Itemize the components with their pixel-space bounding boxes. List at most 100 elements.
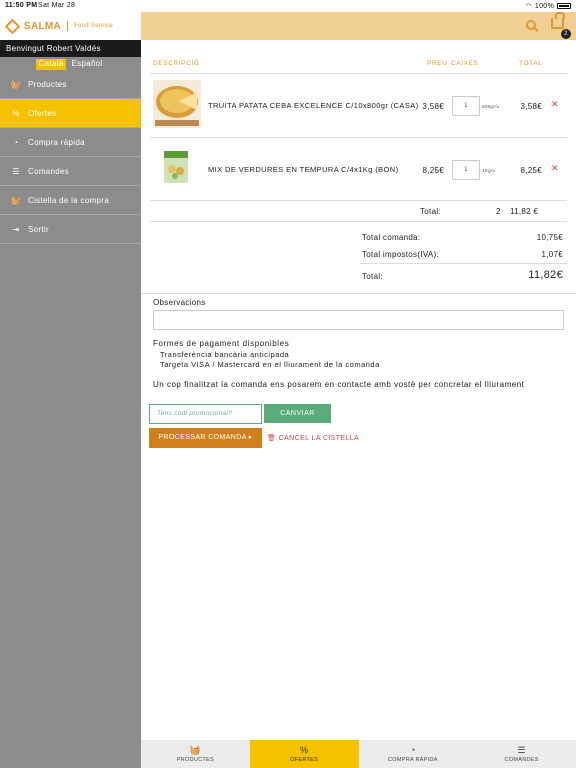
- status-bar: 11:50 PM Sat Mar 28 ◠ 100%: [0, 0, 576, 12]
- logo-separator: [67, 21, 69, 31]
- list-icon: ☰: [517, 744, 526, 755]
- table-total-label: Total:: [420, 207, 441, 216]
- payment-method: Targeta VISA / Mastercard en el lliurame…: [160, 360, 380, 369]
- product-image-vegetables: [160, 149, 192, 185]
- row-total: 8,25€: [520, 166, 542, 175]
- wifi-icon: ◠: [525, 3, 532, 10]
- status-right: ◠ 100%: [525, 2, 571, 10]
- lang-spanish[interactable]: Español: [68, 59, 105, 70]
- status-time: 11:50 PM: [5, 2, 38, 9]
- cancel-cart-label: CANCEL LA CISTELLA: [278, 435, 360, 442]
- payment-method: Transferència bancària anticipada: [160, 350, 290, 359]
- product-unit: 800gr/u: [482, 104, 500, 109]
- status-date: Sat Mar 28: [38, 2, 76, 9]
- welcome-text: Benvingut Robert Valdés: [0, 40, 141, 57]
- product-image-tortilla: [153, 80, 201, 128]
- tax-total-label: Total impostos(IVA):: [362, 250, 439, 259]
- table-row: MIX DE VERDURES EN TEMPURA C/4x1Kg (BON)…: [150, 140, 567, 202]
- observations-field[interactable]: [153, 310, 564, 330]
- remove-item-button[interactable]: ✕: [551, 163, 559, 174]
- battery-icon: [557, 3, 571, 9]
- logo-name: SALMA: [24, 20, 62, 32]
- trash-icon: 🗑: [267, 435, 277, 442]
- sidebar-item-label: Comandes: [28, 166, 70, 176]
- grand-total-label: Total:: [362, 272, 383, 281]
- quantity-input[interactable]: 1: [452, 160, 480, 180]
- basket-icon: 🧺: [189, 744, 202, 755]
- promo-code-input[interactable]: Tens codi promocional?: [149, 404, 262, 424]
- speedometer-icon: ◔: [13, 137, 19, 147]
- cart-icon[interactable]: [551, 12, 565, 29]
- logo[interactable]: SALMA Food Service: [0, 12, 141, 40]
- tab-label: PRODUCTES: [176, 756, 214, 763]
- delivery-notice: Un cop finalitzat la comanda ens posarem…: [153, 380, 525, 389]
- table-total-boxes: 2: [496, 207, 501, 216]
- logo-mark-icon: [4, 18, 21, 34]
- bottom-tab-bar: 🧺 PRODUCTES % OFERTES ◔ COMPRA RÀPIDA ☰ …: [141, 740, 576, 768]
- grand-total-value: 11,82€: [528, 269, 563, 281]
- product-name[interactable]: TRUITA PATATA CEBA EXCELENCE C/10x800gr …: [208, 101, 419, 110]
- product-price: 8,25€: [422, 166, 444, 175]
- order-total-value: 10,75€: [536, 233, 563, 242]
- cart-content: DESCRIPCIÓ PREU CAIXES TOTAL TRUITA PATA…: [141, 40, 576, 740]
- percent-icon: %: [12, 108, 20, 118]
- divider: [150, 200, 567, 201]
- tab-comandes[interactable]: ☰ COMANDES: [467, 740, 576, 768]
- divider: [360, 263, 567, 264]
- sidebar-item-sortir[interactable]: ⇥ Sortir: [0, 215, 141, 244]
- tax-total-value: 1,07€: [541, 250, 563, 259]
- battery-percent: 100%: [534, 2, 554, 10]
- sidebar-item-compra-rapida[interactable]: ◔ Compra ràpida: [0, 128, 141, 157]
- divider: [150, 137, 567, 138]
- row-total: 3,58€: [520, 102, 542, 111]
- language-switch: Català Español: [0, 57, 141, 70]
- sidebar-item-label: Compra ràpida: [28, 137, 85, 147]
- logout-icon: ⇥: [12, 224, 20, 234]
- table-total-value: 11,82 €: [510, 207, 539, 216]
- lang-catalan[interactable]: Català: [35, 59, 67, 70]
- sidebar-item-cistella[interactable]: 🧺 Cistella de la compra: [0, 186, 141, 215]
- col-price: PREU: [427, 60, 448, 67]
- col-description: DESCRIPCIÓ: [153, 60, 200, 67]
- tab-ofertes[interactable]: % OFERTES: [249, 740, 359, 768]
- cancel-cart-button[interactable]: 🗑 CANCEL LA CISTELLA: [267, 434, 359, 442]
- sidebar-item-comandes[interactable]: ☰ Comandes: [0, 157, 141, 186]
- list-icon: ☰: [12, 166, 20, 176]
- tab-label: COMPRA RÀPIDA: [388, 756, 438, 763]
- table-row: TRUITA PATATA CEBA EXCELENCE C/10x800gr …: [150, 77, 567, 139]
- process-order-button[interactable]: PROCESSAR COMANDA ▸: [149, 428, 262, 448]
- tab-label: OFERTES: [290, 756, 319, 763]
- sidebar-item-label: Sortir: [28, 224, 49, 234]
- sidebar-item-productes[interactable]: 🧺 Productes: [0, 70, 141, 99]
- logo-subtitle: Food Service: [74, 23, 114, 29]
- order-total-label: Total comanda:: [362, 233, 421, 242]
- payment-title: Formes de pagament disponibles: [153, 339, 290, 348]
- sidebar-item-label: Ofertes: [28, 108, 57, 118]
- tab-compra-rapida[interactable]: ◔ COMPRA RÀPIDA: [359, 740, 468, 768]
- col-boxes: CAIXES: [451, 60, 479, 67]
- tab-productes[interactable]: 🧺 PRODUCTES: [141, 740, 250, 768]
- sidebar-item-label: Cistella de la compra: [28, 195, 109, 205]
- divider: [150, 73, 567, 74]
- observations-label: Observacions: [153, 298, 206, 307]
- cart-count-badge: 2: [561, 29, 571, 39]
- quantity-input[interactable]: 1: [452, 96, 480, 116]
- tab-label: COMANDES: [504, 756, 539, 763]
- percent-icon: %: [299, 744, 309, 755]
- search-icon[interactable]: [526, 20, 536, 30]
- product-price: 3,58€: [422, 102, 444, 111]
- divider: [141, 293, 576, 294]
- basket-icon: 🧺: [10, 79, 22, 89]
- header-bar: 2: [141, 12, 576, 40]
- product-unit: 1Kg/u: [482, 168, 496, 173]
- speedometer-icon: ◔: [410, 744, 416, 755]
- product-name[interactable]: MIX DE VERDURES EN TEMPURA C/4x1Kg (BON): [208, 165, 398, 174]
- basket-icon: 🧺: [10, 195, 22, 205]
- remove-item-button[interactable]: ✕: [551, 99, 559, 110]
- sidebar-item-ofertes[interactable]: % Ofertes: [0, 99, 141, 128]
- divider: [150, 221, 567, 222]
- sidebar: SALMA Food Service Benvingut Robert Vald…: [0, 12, 141, 768]
- col-total: TOTAL: [519, 60, 543, 67]
- apply-promo-button[interactable]: CANVIAR: [264, 404, 331, 423]
- sidebar-item-label: Productes: [28, 79, 67, 89]
